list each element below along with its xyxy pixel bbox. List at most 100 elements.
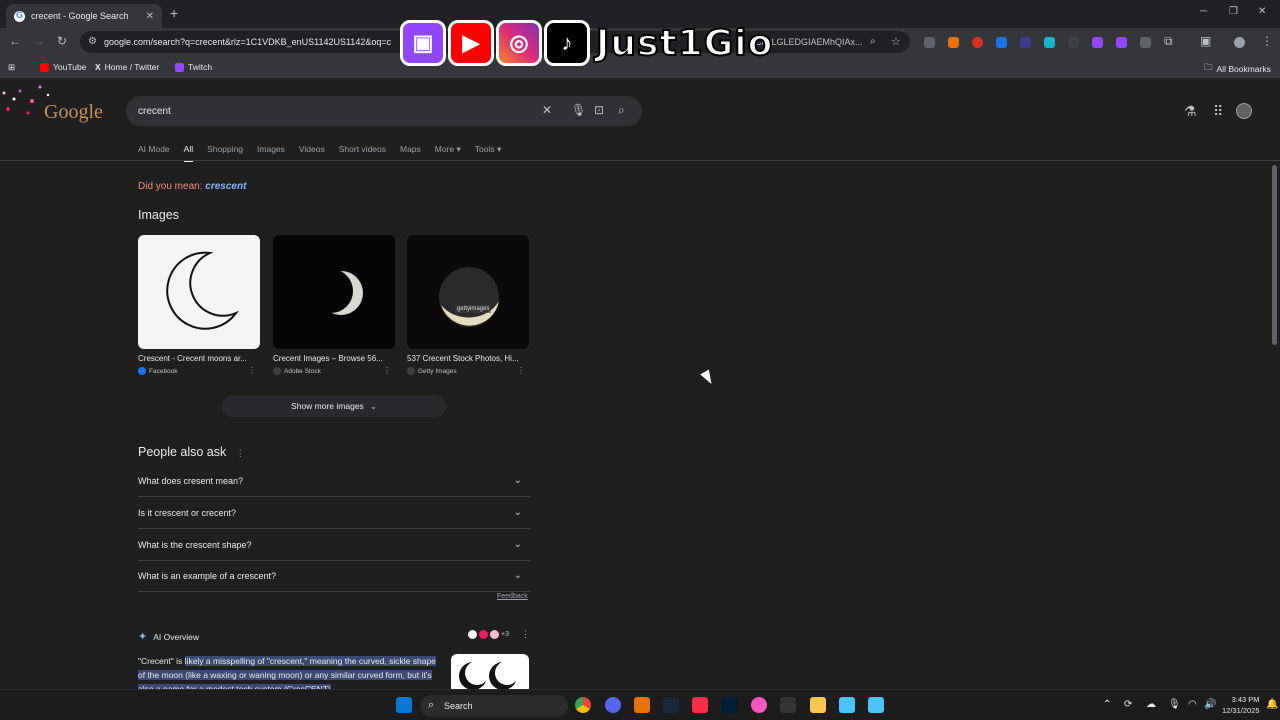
tray-app-icon[interactable]: ☁: [1146, 699, 1156, 710]
tray-app-icon[interactable]: ⟳: [1124, 699, 1132, 710]
labs-flask-icon[interactable]: ⚗: [1184, 103, 1197, 120]
extension-icon[interactable]: [996, 37, 1007, 48]
chrome-menu-icon[interactable]: ⋮: [1261, 34, 1273, 48]
image-thumbnail[interactable]: gettyimages: [407, 235, 529, 349]
volume-icon[interactable]: 🔊: [1204, 699, 1216, 710]
all-bookmarks[interactable]: 🗀 All Bookmarks: [1204, 62, 1271, 76]
extension-icon[interactable]: [948, 37, 959, 48]
windows-start-icon[interactable]: [396, 697, 412, 713]
people-also-ask-heading: People also ask ⋮: [138, 445, 245, 459]
paa-question[interactable]: What is an example of a crescent? ⌄: [138, 560, 530, 592]
microphone-icon[interactable]: 🎙: [1168, 699, 1181, 710]
scrollbar-thumb[interactable]: [1272, 165, 1277, 345]
apps-grid-icon[interactable]: ⊞: [8, 62, 15, 73]
minimize-icon[interactable]: ─: [1200, 6, 1207, 17]
more-options-icon[interactable]: ⋮: [517, 366, 525, 375]
system-clock[interactable]: 3:43 PM 12/31/2025: [1222, 694, 1260, 716]
photos-icon[interactable]: [839, 697, 855, 713]
discord-icon[interactable]: [605, 697, 621, 713]
more-options-icon[interactable]: ⋮: [248, 366, 256, 375]
folder-icon: 🗀: [1204, 62, 1213, 72]
image-thumbnail[interactable]: [138, 235, 260, 349]
taskbar-search[interactable]: ⌕ Search: [420, 695, 568, 717]
clear-icon[interactable]: ✕: [542, 103, 552, 117]
extension-icon[interactable]: [1020, 37, 1031, 48]
image-result-card[interactable]: Crecent Images – Browse 56... Adobe Stoc…: [273, 235, 395, 375]
maximize-icon[interactable]: ❐: [1229, 6, 1238, 17]
twitch-extension-icon[interactable]: [1092, 37, 1103, 48]
suggestion-link[interactable]: crescent: [205, 181, 246, 192]
forward-icon[interactable]: →: [33, 34, 45, 48]
more-options-icon[interactable]: ⋮: [236, 448, 245, 458]
search-input[interactable]: crecent: [138, 106, 171, 117]
itunes-icon[interactable]: [751, 697, 767, 713]
search-box[interactable]: crecent ✕ 🎙 ⊡ ⌕: [126, 96, 642, 126]
side-panel-icon[interactable]: ▣: [1200, 34, 1211, 48]
youtube-icon: [40, 62, 49, 72]
more-options-icon[interactable]: ⋮: [383, 366, 391, 375]
file-explorer-icon[interactable]: [810, 697, 826, 713]
extension-icon[interactable]: [1140, 37, 1151, 48]
steam-icon[interactable]: [663, 697, 679, 713]
window-close-icon[interactable]: ✕: [1258, 6, 1266, 17]
extension-icon[interactable]: [924, 37, 935, 48]
paa-question[interactable]: Is it crescent or crecent? ⌄: [138, 497, 530, 529]
site-info-icon[interactable]: ⚙: [88, 36, 97, 47]
browser-tab[interactable]: crecent - Google Search ✕: [6, 4, 162, 28]
image-thumbnail[interactable]: [273, 235, 395, 349]
url-text: google.com/search?q=crecent&rlz=1C1VDKB_…: [104, 37, 392, 47]
bookmark-star-icon[interactable]: ☆: [891, 35, 901, 48]
crescent-moon-photo: [309, 269, 363, 315]
clock-date: 12/31/2025: [1222, 706, 1260, 715]
image-caption: Crescent - Crecent moons ar...: [138, 354, 247, 363]
lens-camera-icon[interactable]: ⊡: [594, 103, 604, 117]
more-options-icon[interactable]: ⋮: [521, 629, 530, 640]
photoshop-icon[interactable]: [722, 697, 738, 713]
question-text: What is an example of a crescent?: [138, 570, 277, 581]
extension-icon[interactable]: [1044, 37, 1055, 48]
image-result-card[interactable]: Crescent - Crecent moons ar... Facebook …: [138, 235, 260, 375]
google-apps-icon[interactable]: ⠿: [1213, 103, 1223, 120]
new-tab-button[interactable]: +: [170, 5, 178, 21]
notifications-icon[interactable]: 🔔: [1266, 699, 1278, 710]
ai-text-start: "Crecent" is: [138, 656, 185, 666]
microphone-icon[interactable]: 🎙: [571, 103, 586, 117]
extensions-puzzle-icon[interactable]: ⧉: [1164, 34, 1173, 49]
chevron-down-icon: ⌄: [513, 475, 522, 486]
back-icon[interactable]: ←: [9, 34, 21, 48]
paa-title: People also ask: [138, 445, 227, 459]
search-icon[interactable]: ⌕: [618, 103, 625, 118]
facebook-icon: [138, 367, 146, 375]
extension-icon[interactable]: [972, 37, 983, 48]
tiktok-logo-icon: ♪: [544, 20, 590, 66]
google-logo[interactable]: Google: [44, 101, 103, 124]
zoom-icon[interactable]: ⌕: [870, 36, 876, 47]
profile-avatar[interactable]: [1234, 37, 1245, 48]
chrome-icon[interactable]: [575, 697, 591, 713]
music-icon[interactable]: [692, 697, 708, 713]
wifi-icon[interactable]: ◠: [1188, 699, 1197, 710]
twitch-extension-icon[interactable]: [1116, 37, 1127, 48]
tray-chevron-icon[interactable]: ⌃: [1103, 699, 1111, 710]
crescent-outline-icon: [166, 251, 239, 330]
bookmark-twitch[interactable]: Twitch: [175, 62, 212, 72]
paa-question[interactable]: What is the crescent shape? ⌄: [138, 529, 530, 561]
chevron-down-icon: ⌄: [513, 507, 522, 518]
paa-question[interactable]: What does cresent mean? ⌄: [138, 465, 530, 497]
watermark-text: gettyimages: [455, 305, 492, 313]
bookmark-youtube[interactable]: YouTube: [40, 62, 86, 72]
ai-sources[interactable]: +3 ⋮: [468, 629, 530, 640]
app-icon[interactable]: [634, 697, 650, 713]
bookmark-twitter[interactable]: X Home / Twitter: [95, 62, 159, 72]
feedback-link[interactable]: Feedback: [497, 593, 528, 600]
close-tab-icon[interactable]: ✕: [146, 11, 154, 22]
mouse-cursor: [700, 369, 716, 387]
ai-overview-image[interactable]: [451, 654, 529, 694]
notepad-icon[interactable]: [868, 697, 884, 713]
show-more-images-button[interactable]: Show more images ⌄: [222, 395, 446, 417]
image-result-card[interactable]: gettyimages 537 Crecent Stock Photos, Hi…: [407, 235, 529, 375]
account-avatar[interactable]: [1236, 103, 1252, 119]
app-icon[interactable]: [780, 697, 796, 713]
reload-icon[interactable]: ↻: [57, 34, 67, 48]
extension-icon[interactable]: [1068, 37, 1079, 48]
